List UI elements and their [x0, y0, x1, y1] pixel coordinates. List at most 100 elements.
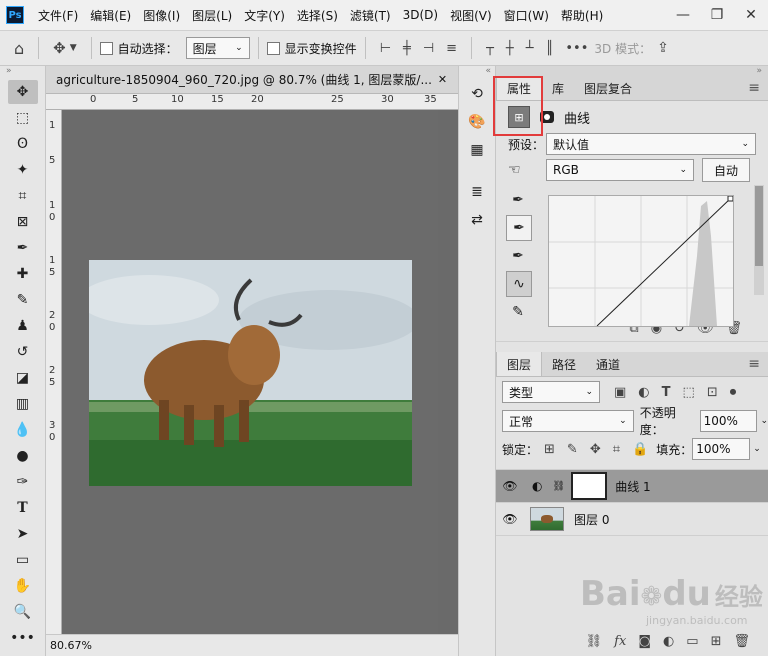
- add-mask-icon[interactable]: ◙: [638, 634, 651, 649]
- distribute-v-icon[interactable]: ║: [546, 41, 554, 56]
- frame-tool-icon[interactable]: ⊠: [8, 210, 38, 234]
- home-icon[interactable]: ⌂: [14, 39, 24, 58]
- zoom-tool-icon[interactable]: 🔍: [8, 600, 38, 624]
- more-tools-icon[interactable]: •••: [8, 626, 38, 650]
- crop-tool-icon[interactable]: ⌗: [8, 184, 38, 208]
- panel-menu-icon[interactable]: ≡: [748, 80, 760, 96]
- menu-file[interactable]: 文件(F): [38, 7, 78, 24]
- swatches-icon[interactable]: ▦: [465, 138, 489, 162]
- filter-adjust-icon[interactable]: ◐: [638, 385, 649, 400]
- curve-graph[interactable]: [548, 195, 734, 327]
- scrollbar[interactable]: [754, 185, 764, 295]
- tab-channels[interactable]: 通道: [586, 352, 630, 376]
- pen-tool-icon[interactable]: ✑: [8, 470, 38, 494]
- chevron-down-icon[interactable]: ⌄: [753, 444, 761, 454]
- filter-shape-icon[interactable]: ⬚: [683, 385, 695, 400]
- layer-name[interactable]: 图层 0: [574, 511, 609, 528]
- new-group-icon[interactable]: ▭: [686, 634, 698, 649]
- show-transform-checkbox[interactable]: [266, 41, 280, 55]
- filter-toggle-icon[interactable]: ⏺: [730, 385, 737, 400]
- menu-filter[interactable]: 滤镜(T): [350, 7, 391, 24]
- link-icon[interactable]: ⛓: [552, 481, 565, 492]
- type-tool-icon[interactable]: T: [8, 496, 38, 520]
- lasso-tool-icon[interactable]: ʘ: [8, 132, 38, 156]
- dodge-tool-icon[interactable]: ●: [8, 444, 38, 468]
- new-layer-icon[interactable]: ⊞: [711, 634, 722, 649]
- eraser-icon[interactable]: ◪: [8, 366, 38, 390]
- panel-menu-icon[interactable]: ≡: [748, 356, 760, 372]
- magic-wand-icon[interactable]: ✦: [8, 158, 38, 182]
- auto-button[interactable]: 自动: [702, 158, 750, 182]
- align-middle-icon[interactable]: ┼: [506, 41, 514, 56]
- fx-icon[interactable]: fx: [614, 634, 626, 649]
- lock-artboard-icon[interactable]: ⌗: [613, 442, 620, 457]
- brush-settings-icon[interactable]: ≣: [465, 180, 489, 204]
- maximize-button[interactable]: ❐: [700, 0, 734, 30]
- tab-libraries[interactable]: 库: [542, 76, 574, 100]
- align-bottom-icon[interactable]: ┴: [526, 41, 534, 56]
- stamp-tool-icon[interactable]: ♟: [8, 314, 38, 338]
- menu-help[interactable]: 帮助(H): [561, 7, 603, 24]
- color-palette-icon[interactable]: 🎨: [465, 110, 489, 134]
- menu-select[interactable]: 选择(S): [297, 7, 338, 24]
- filter-smart-icon[interactable]: ⊡: [707, 385, 718, 400]
- targeted-adjust-icon[interactable]: ☜: [508, 162, 536, 178]
- marquee-tool-icon[interactable]: ⬚: [8, 106, 38, 130]
- menu-3d[interactable]: 3D(D): [403, 8, 438, 22]
- share-icon[interactable]: ⇪: [657, 40, 669, 56]
- close-icon[interactable]: ✕: [438, 73, 447, 86]
- sample-black-icon[interactable]: ✒: [506, 188, 530, 212]
- blur-tool-icon[interactable]: 💧: [8, 418, 38, 442]
- filter-type-dropdown[interactable]: 类型 ⌄: [502, 381, 600, 403]
- menu-layer[interactable]: 图层(L): [192, 7, 232, 24]
- collapse-icon[interactable]: »: [496, 66, 768, 76]
- trash-icon[interactable]: 🗑: [733, 634, 750, 649]
- collapse-icon[interactable]: »: [0, 66, 45, 78]
- blend-mode-dropdown[interactable]: 正常 ⌄: [502, 410, 634, 432]
- visibility-icon[interactable]: 👁: [496, 479, 524, 493]
- zoom-level[interactable]: 80.67%: [46, 639, 92, 652]
- align-center-icon[interactable]: ╪: [403, 41, 411, 56]
- align-top-icon[interactable]: ┬: [486, 41, 494, 56]
- tab-layers[interactable]: 图层: [496, 352, 543, 376]
- document-tab[interactable]: agriculture-1850904_960_720.jpg @ 80.7% …: [46, 66, 458, 94]
- brush-tool-icon[interactable]: ✎: [8, 288, 38, 312]
- shape-tool-icon[interactable]: ▭: [8, 548, 38, 572]
- link-layers-icon[interactable]: ⛓: [586, 634, 603, 649]
- menu-view[interactable]: 视图(V): [450, 7, 492, 24]
- lock-all-icon[interactable]: 🔒: [632, 442, 648, 457]
- layer-row[interactable]: 👁 ◐ ⛓ 曲线 1: [496, 470, 768, 503]
- align-right-icon[interactable]: ⊣: [423, 41, 434, 56]
- layer-mask-thumbnail[interactable]: [571, 472, 608, 500]
- auto-select-checkbox[interactable]: [99, 41, 113, 55]
- opacity-field[interactable]: 100%: [699, 410, 758, 432]
- close-button[interactable]: ✕: [734, 0, 768, 30]
- edit-points-icon[interactable]: ∿: [506, 271, 532, 297]
- lock-position-icon[interactable]: ✥: [590, 442, 601, 457]
- lock-transparency-icon[interactable]: ⊞: [544, 442, 555, 457]
- healing-brush-icon[interactable]: ✚: [8, 262, 38, 286]
- history-icon[interactable]: ⟲: [465, 82, 489, 106]
- tab-layer-comps[interactable]: 图层复合: [574, 76, 642, 100]
- menu-edit[interactable]: 编辑(E): [90, 7, 131, 24]
- channel-dropdown[interactable]: RGB ⌄: [546, 159, 694, 181]
- menu-image[interactable]: 图像(I): [143, 7, 180, 24]
- move-tool-icon[interactable]: ✥: [7, 80, 38, 104]
- preset-dropdown[interactable]: 默认值 ⌄: [546, 133, 757, 155]
- move-tool-icon[interactable]: ✥: [53, 39, 66, 57]
- history-brush-icon[interactable]: ↺: [8, 340, 38, 364]
- path-select-icon[interactable]: ➤: [8, 522, 38, 546]
- gradient-tool-icon[interactable]: ▥: [8, 392, 38, 416]
- eyedropper-icon[interactable]: ✒: [8, 236, 38, 260]
- menu-type[interactable]: 文字(Y): [244, 7, 285, 24]
- new-adjustment-icon[interactable]: ◐: [663, 634, 674, 649]
- layer-name[interactable]: 曲线 1: [615, 478, 650, 495]
- auto-select-dropdown[interactable]: 图层 ⌄: [185, 37, 250, 59]
- minimize-button[interactable]: —: [666, 0, 700, 30]
- tab-paths[interactable]: 路径: [542, 352, 586, 376]
- filter-pixel-icon[interactable]: ▣: [614, 385, 626, 400]
- chevron-down-icon[interactable]: ▼: [70, 43, 77, 53]
- filter-type-icon[interactable]: T: [662, 385, 671, 400]
- layer-row[interactable]: 👁 图层 0: [496, 503, 768, 536]
- tool-presets-icon[interactable]: ⇄: [465, 208, 489, 232]
